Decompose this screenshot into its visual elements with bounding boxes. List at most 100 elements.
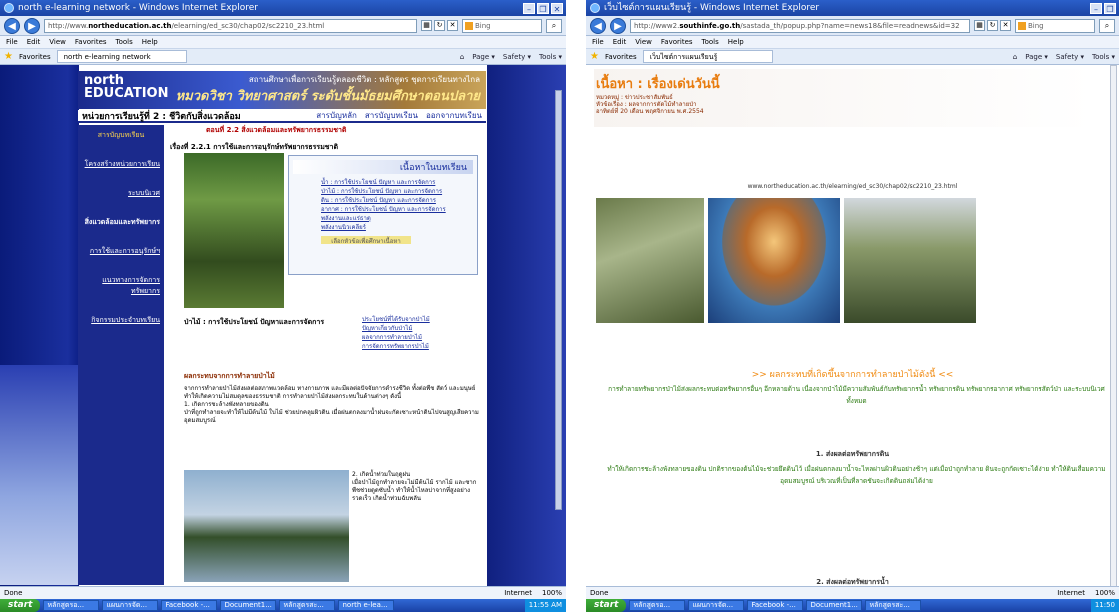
sidebar-item-management[interactable]: แนวทางการจัดการทรัพยากร: [78, 272, 164, 300]
content-link-air[interactable]: อากาศ : การใช้ประโยชน์ ปัญหา และการจัดกา…: [321, 205, 473, 214]
window-title: เว็บไซต์การแผนเรียนรู้ - Windows Interne…: [604, 3, 820, 13]
menu-tools[interactable]: Tools: [702, 36, 719, 48]
taskbar-item[interactable]: หลักสูตรอ...: [43, 600, 100, 611]
effect-point-2: 2. เกิดน้ำท่วมในฤดูฝน: [352, 471, 411, 478]
sidebar-item-ecosystem[interactable]: ระบบนิเวศ: [78, 185, 164, 202]
content-menu-title: เนื้อหาในบทเรียน: [293, 160, 473, 174]
taskbar-item[interactable]: Facebook -...: [747, 600, 804, 611]
sidebar-item-conservation[interactable]: การใช้และการอนุรักษ์ฯ: [78, 243, 164, 260]
favorites-star-icon[interactable]: ★: [590, 51, 599, 62]
menu-help[interactable]: Help: [728, 36, 744, 48]
compat-icon[interactable]: ▦: [974, 20, 985, 31]
start-button[interactable]: start: [586, 599, 627, 612]
menu-favorites[interactable]: Favorites: [75, 36, 107, 48]
content-link-soil[interactable]: ดิน : การใช้ประโยชน์ ปัญหา และการจัดการ: [321, 196, 473, 205]
maximize-button[interactable]: ❐: [1104, 2, 1116, 14]
taskbar-item[interactable]: แผนการจัด...: [102, 600, 159, 611]
vertical-scrollbar[interactable]: [555, 90, 562, 510]
favorites-bar: ★ Favorites north e-learning network ⌂ P…: [0, 49, 566, 65]
sidebar-heading: สารบัญบทเรียน: [97, 131, 145, 139]
menu-favorites[interactable]: Favorites: [661, 36, 693, 48]
taskbar-item[interactable]: Facebook -...: [161, 600, 218, 611]
favorites-star-icon[interactable]: ★: [4, 51, 13, 62]
system-clock: 11:50: [1090, 599, 1119, 612]
main-contents-link[interactable]: สารบัญหลัก: [316, 109, 357, 122]
flood-image: [184, 470, 349, 582]
vertical-scrollbar[interactable]: [1110, 65, 1117, 586]
tools-menu[interactable]: Tools ▾: [539, 53, 562, 61]
taskbar-item[interactable]: แผนการจัด...: [688, 600, 745, 611]
safety-menu[interactable]: Safety ▾: [503, 53, 531, 61]
menu-file[interactable]: File: [6, 36, 18, 48]
page-menu[interactable]: Page ▾: [472, 53, 495, 61]
content-link-water[interactable]: น้ำ : การใช้ประโยชน์ ปัญหา และการจัดการ: [321, 178, 473, 187]
page-background: [586, 65, 1119, 586]
forest-link-management[interactable]: การจัดการทรัพยากรป่าไม้: [362, 342, 430, 351]
start-button[interactable]: start: [0, 599, 41, 612]
menu-file[interactable]: File: [592, 36, 604, 48]
address-input[interactable]: http://www2.southinfe.go.th/sastada_th/p…: [630, 18, 970, 33]
close-button[interactable]: ✕: [551, 2, 563, 14]
tools-menu[interactable]: Tools ▾: [1092, 53, 1115, 61]
address-actions: ▦ ↻ ✕: [974, 20, 1011, 31]
stop-icon[interactable]: ✕: [1000, 20, 1011, 31]
back-icon[interactable]: ◀: [4, 17, 20, 34]
menu-edit[interactable]: Edit: [613, 36, 627, 48]
exit-lesson-link[interactable]: ออกจากบทเรียน: [426, 109, 482, 122]
menu-tools[interactable]: Tools: [116, 36, 133, 48]
sidebar-item-environment[interactable]: สิ่งแวดล้อมและทรัพยากร: [78, 214, 164, 231]
menu-edit[interactable]: Edit: [27, 36, 41, 48]
forward-icon[interactable]: ▶: [24, 17, 40, 34]
content-link-forest[interactable]: ป่าไม้ : การใช้ประโยชน์ ปัญหา และการจัดก…: [321, 187, 473, 196]
forest-link-problems[interactable]: ปัญหาเกี่ยวกับป่าไม้: [362, 324, 430, 333]
forest-link-effects[interactable]: ผลจากการทำลายป่าไม้: [362, 333, 430, 342]
back-icon[interactable]: ◀: [590, 17, 606, 34]
taskbar-item[interactable]: Document1...: [220, 600, 277, 611]
taskbar-item[interactable]: หลักสูตรสะ...: [279, 600, 336, 611]
forest-image: [184, 153, 284, 308]
compat-icon[interactable]: ▦: [421, 20, 432, 31]
page-menu[interactable]: Page ▾: [1025, 53, 1048, 61]
home-icon[interactable]: ⌂: [1013, 53, 1017, 61]
search-input[interactable]: Bing: [1015, 18, 1095, 33]
browser-tab[interactable]: north e-learning network: [56, 50, 187, 63]
menu-view[interactable]: View: [49, 36, 66, 48]
lesson-contents-link[interactable]: สารบัญบทเรียน: [365, 109, 418, 122]
browser-tab[interactable]: เว็บไซต์การแผนเรียนรู้: [642, 50, 773, 63]
unit-title: หน่วยการเรียนรู้ที่ 2 : ชีวิตกับสิ่งแวดล…: [82, 111, 241, 122]
home-icon[interactable]: ⌂: [460, 53, 464, 61]
taskbar-item[interactable]: หลักสูตรสะ...: [865, 600, 922, 611]
menu-view[interactable]: View: [635, 36, 652, 48]
minimize-button[interactable]: –: [523, 2, 535, 14]
status-bar: Done Internet 100%: [586, 586, 1119, 599]
minimize-button[interactable]: –: [1090, 2, 1102, 14]
search-input[interactable]: Bing: [462, 18, 542, 33]
search-icon[interactable]: ⌕: [546, 18, 562, 33]
system-clock: 11:55 AM: [524, 599, 566, 612]
menu-help[interactable]: Help: [142, 36, 158, 48]
taskbar-item[interactable]: Document1...: [806, 600, 863, 611]
content-link-nuclear[interactable]: พลังงานนิวเคลียร์: [321, 223, 473, 232]
favorites-button[interactable]: Favorites: [19, 53, 51, 61]
sidebar-item-activities[interactable]: กิจกรรมประจำบทเรียน: [78, 312, 164, 329]
maximize-button[interactable]: ❐: [537, 2, 549, 14]
forest-link-benefits[interactable]: ประโยชน์ที่ได้รับจากป่าไม้: [362, 315, 430, 324]
content-link-energy[interactable]: พลังงานและแร่ธาตุ: [321, 214, 473, 223]
refresh-icon[interactable]: ↻: [434, 20, 445, 31]
taskbar-item[interactable]: north e-lea...: [338, 600, 395, 611]
favorites-button[interactable]: Favorites: [605, 53, 637, 61]
stop-icon[interactable]: ✕: [447, 20, 458, 31]
page-viewport: north EDUCATION สถานศึกษาเพื่อการเรียนรู้…: [0, 65, 566, 586]
sidebar-item-structure[interactable]: โครงสร้างหน่วยการเรียน: [78, 156, 164, 173]
command-bar: ⌂ Page ▾ Safety ▾ Tools ▾: [460, 53, 562, 61]
address-input[interactable]: http://www.northeducation.ac.th/elearnin…: [44, 18, 417, 33]
address-toolbar: ◀ ▶ http://www2.southinfe.go.th/sastada_…: [586, 16, 1119, 36]
search-icon[interactable]: ⌕: [1099, 18, 1115, 33]
taskbar-item[interactable]: หลักสูตรอ...: [629, 600, 686, 611]
forward-icon[interactable]: ▶: [610, 17, 626, 34]
zoom-level[interactable]: 100%: [1095, 589, 1115, 597]
refresh-icon[interactable]: ↻: [987, 20, 998, 31]
content-menu-box: เนื้อหาในบทเรียน น้ำ : การใช้ประโยชน์ ปั…: [288, 155, 478, 275]
safety-menu[interactable]: Safety ▾: [1056, 53, 1084, 61]
zoom-level[interactable]: 100%: [542, 589, 562, 597]
